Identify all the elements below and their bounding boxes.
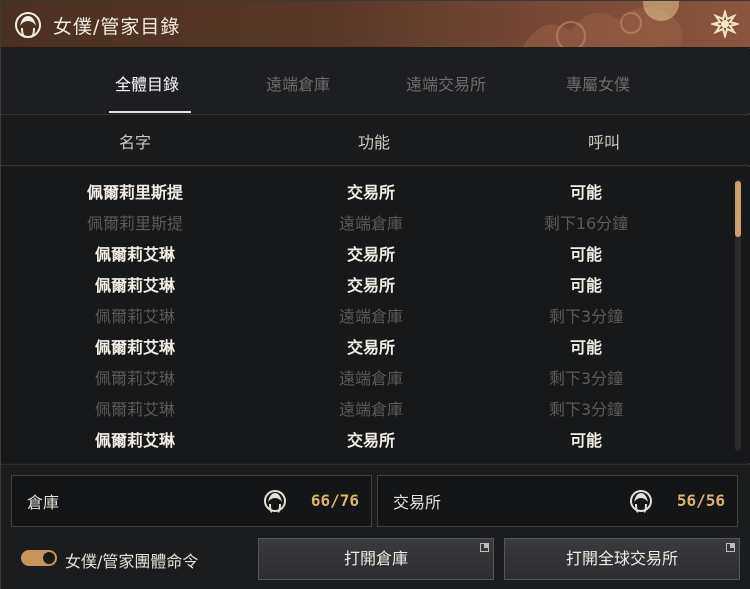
list-item[interactable]: 佩爾莉艾琳 遠端倉庫 剩下3分鐘 <box>1 360 731 391</box>
row-function: 交易所 <box>346 245 396 264</box>
maid-list: 佩爾莉里斯提 交易所 可能 佩爾莉里斯提 遠端倉庫 剩下16分鐘 佩爾莉艾琳 交易所 可能 佩爾莉… <box>1 167 750 463</box>
market-count: 56/56 <box>676 491 725 510</box>
column-name: 名字 <box>118 133 152 152</box>
group-command-label: 女僕/管家團體命令 <box>65 552 199 571</box>
settings-icon[interactable] <box>711 10 739 38</box>
scrollbar-thumb[interactable] <box>735 181 741 237</box>
row-call: 可能 <box>569 245 603 264</box>
row-call: 可能 <box>569 276 603 295</box>
row-name: 佩爾莉艾琳 <box>94 431 176 450</box>
row-function: 交易所 <box>346 276 396 295</box>
row-function: 遠端倉庫 <box>338 307 404 326</box>
warehouse-summary: 倉庫 66/76 <box>11 475 372 527</box>
active-tab-indicator <box>109 111 191 113</box>
row-function: 遠端倉庫 <box>338 214 404 233</box>
row-call: 剩下16分鐘 <box>543 214 629 233</box>
row-call: 剩下3分鐘 <box>548 369 624 388</box>
maid-icon <box>264 490 286 513</box>
row-call: 可能 <box>569 338 603 357</box>
row-function: 交易所 <box>346 183 396 202</box>
tab-exclusive-maid[interactable]: 專屬女僕 <box>566 71 630 95</box>
column-header: 名字 功能 呼叫 <box>1 114 750 166</box>
toggle-knob <box>43 552 55 564</box>
list-item[interactable]: 佩爾莉里斯提 遠端倉庫 剩下16分鐘 <box>1 205 731 236</box>
row-call: 剩下3分鐘 <box>548 307 624 326</box>
row-function: 交易所 <box>346 431 396 450</box>
tab-remote-warehouse[interactable]: 遠端倉庫 <box>266 71 330 95</box>
list-item[interactable]: 佩爾莉艾琳 交易所 可能 <box>1 267 731 298</box>
list-item[interactable]: 佩爾莉艾琳 交易所 可能 <box>1 329 731 360</box>
row-call: 剩下3分鐘 <box>548 400 624 419</box>
row-name: 佩爾莉艾琳 <box>94 307 176 326</box>
list-item[interactable]: 佩爾莉艾琳 遠端倉庫 剩下3分鐘 <box>1 391 731 422</box>
row-name: 佩爾莉艾琳 <box>94 369 176 388</box>
row-name: 佩爾莉里斯提 <box>86 183 184 202</box>
cloud-decoration <box>523 1 683 47</box>
warehouse-label: 倉庫 <box>27 493 60 512</box>
column-function: 功能 <box>357 133 391 152</box>
row-name: 佩爾莉艾琳 <box>94 400 176 419</box>
row-name: 佩爾莉艾琳 <box>94 245 176 264</box>
column-call: 呼叫 <box>587 133 621 152</box>
list-item[interactable]: 佩爾莉艾琳 交易所 可能 <box>1 236 731 267</box>
row-call: 可能 <box>569 183 603 202</box>
list-item[interactable]: 佩爾莉艾琳 交易所 可能 <box>1 422 731 453</box>
maid-icon <box>630 490 652 513</box>
list-item[interactable]: 佩爾莉里斯提 交易所 可能 <box>1 174 731 205</box>
list-item[interactable]: 佩爾莉艾琳 遠端倉庫 剩下3分鐘 <box>1 298 731 329</box>
group-command-toggle[interactable] <box>21 550 57 566</box>
tab-bar: 全體目錄 遠端倉庫 遠端交易所 專屬女僕 <box>1 49 750 113</box>
row-function: 遠端倉庫 <box>338 369 404 388</box>
maid-icon <box>15 12 41 38</box>
open-global-market-label: 打開全球交易所 <box>565 549 678 568</box>
market-label: 交易所 <box>393 493 442 512</box>
row-name: 佩爾莉艾琳 <box>94 276 176 295</box>
open-warehouse-label: 打開倉庫 <box>343 549 408 568</box>
maid-butler-window: 女僕/管家目錄 全體目錄 遠端倉庫 遠端交易所 專屬女僕 名字 功能 呼叫 佩爾… <box>0 0 750 589</box>
tab-all-list[interactable]: 全體目錄 <box>115 71 179 95</box>
expand-icon <box>480 543 489 552</box>
open-warehouse-button[interactable]: 打開倉庫 <box>258 538 494 580</box>
row-call: 可能 <box>569 431 603 450</box>
window-title: 女僕/管家目錄 <box>53 16 181 38</box>
open-global-market-button[interactable]: 打開全球交易所 <box>504 538 740 580</box>
tab-remote-market[interactable]: 遠端交易所 <box>406 71 486 95</box>
row-name: 佩爾莉里斯提 <box>86 214 184 233</box>
title-bar[interactable]: 女僕/管家目錄 <box>1 1 750 48</box>
row-function: 遠端倉庫 <box>338 400 404 419</box>
row-name: 佩爾莉艾琳 <box>94 338 176 357</box>
warehouse-count: 66/76 <box>310 491 359 510</box>
market-summary: 交易所 56/56 <box>377 475 738 527</box>
expand-icon <box>726 543 735 552</box>
row-function: 交易所 <box>346 338 396 357</box>
